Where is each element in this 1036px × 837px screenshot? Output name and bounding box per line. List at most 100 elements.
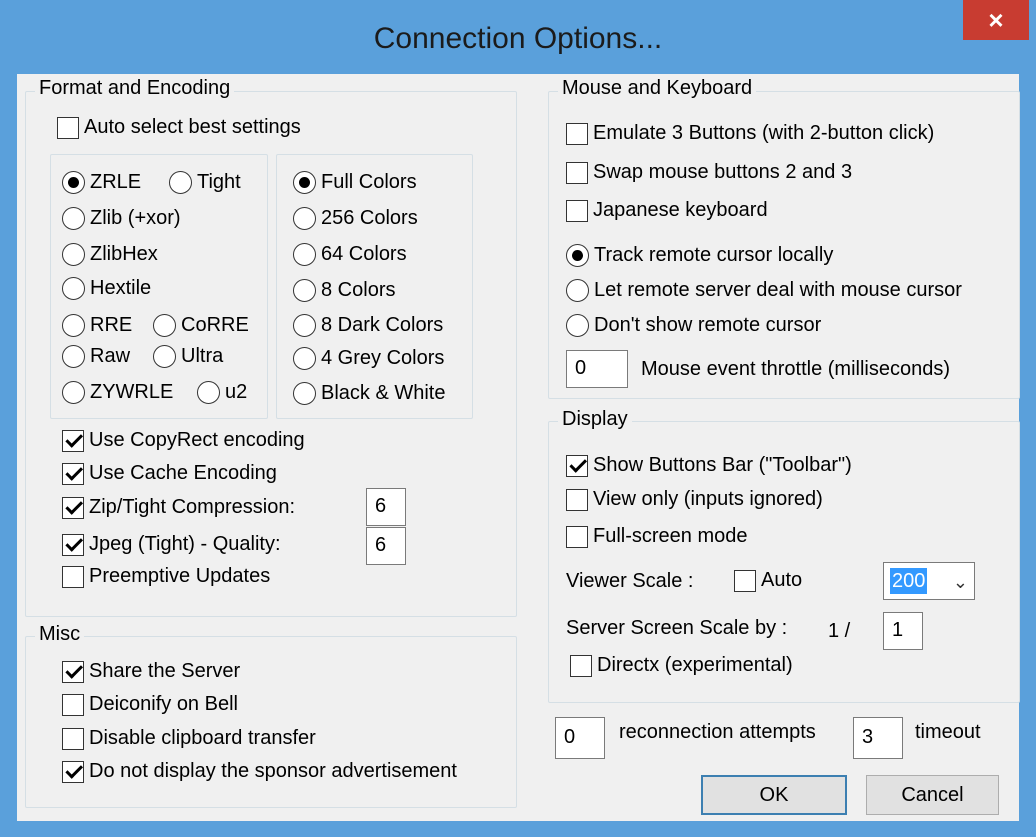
timeout-label: timeout bbox=[915, 721, 981, 743]
jpeg-quality-label: Jpeg (Tight) - Quality: bbox=[89, 533, 281, 555]
radio-circle bbox=[293, 243, 316, 266]
server-scale-input[interactable]: 1 bbox=[883, 612, 923, 650]
emulate-3-buttons-checkbox[interactable]: Emulate 3 Buttons (with 2-button click) bbox=[566, 122, 934, 145]
radio-ultra[interactable]: Ultra bbox=[153, 345, 223, 368]
checkbox-box bbox=[62, 462, 84, 485]
radio-zlib-label: Zlib (+xor) bbox=[90, 207, 181, 229]
radio-black-white[interactable]: Black & White bbox=[293, 382, 445, 405]
timeout-input[interactable]: 3 bbox=[853, 717, 903, 759]
checkbox-box bbox=[62, 565, 84, 588]
radio-zlib[interactable]: Zlib (+xor) bbox=[62, 207, 181, 230]
radio-circle bbox=[153, 345, 176, 368]
radio-full-colors-label: Full Colors bbox=[321, 171, 417, 193]
radio-zywrle[interactable]: ZYWRLE bbox=[62, 381, 173, 404]
share-server-checkbox[interactable]: Share the Server bbox=[62, 660, 240, 683]
radio-8-colors-label: 8 Colors bbox=[321, 279, 396, 301]
radio-track-cursor[interactable]: Track remote cursor locally bbox=[566, 244, 833, 267]
swap-mouse-buttons-checkbox[interactable]: Swap mouse buttons 2 and 3 bbox=[566, 161, 852, 184]
no-sponsor-ad-checkbox[interactable]: Do not display the sponsor advertisement bbox=[62, 760, 457, 783]
viewer-scale-value: 200 bbox=[890, 568, 928, 594]
view-only-checkbox[interactable]: View only (inputs ignored) bbox=[566, 488, 823, 511]
radio-circle bbox=[566, 244, 589, 267]
radio-corre[interactable]: CoRRE bbox=[153, 314, 249, 337]
radio-circle bbox=[62, 207, 85, 230]
radio-64-colors[interactable]: 64 Colors bbox=[293, 243, 407, 266]
swap-mouse-buttons-label: Swap mouse buttons 2 and 3 bbox=[593, 161, 853, 183]
radio-u2[interactable]: u2 bbox=[197, 381, 247, 404]
jpeg-quality-checkbox[interactable]: Jpeg (Tight) - Quality: bbox=[62, 533, 281, 556]
format-encoding-title: Format and Encoding bbox=[35, 77, 235, 100]
full-screen-label: Full-screen mode bbox=[593, 525, 748, 547]
radio-server-cursor[interactable]: Let remote server deal with mouse cursor bbox=[566, 279, 962, 302]
auto-select-checkbox[interactable]: Auto select best settings bbox=[57, 116, 301, 139]
radio-256-colors[interactable]: 256 Colors bbox=[293, 207, 418, 230]
radio-black-white-label: Black & White bbox=[321, 382, 446, 404]
disable-clipboard-checkbox[interactable]: Disable clipboard transfer bbox=[62, 727, 316, 750]
japanese-keyboard-checkbox[interactable]: Japanese keyboard bbox=[566, 199, 768, 222]
zip-compression-input[interactable]: 6 bbox=[366, 488, 406, 526]
zip-compression-checkbox[interactable]: Zip/Tight Compression: bbox=[62, 496, 295, 519]
radio-4-grey-colors[interactable]: 4 Grey Colors bbox=[293, 347, 444, 370]
radio-circle bbox=[566, 314, 589, 337]
japanese-keyboard-label: Japanese keyboard bbox=[593, 199, 768, 221]
checkbox-box bbox=[62, 533, 84, 556]
close-button[interactable]: × bbox=[963, 0, 1029, 40]
radio-circle bbox=[62, 243, 85, 266]
cache-encoding-checkbox[interactable]: Use Cache Encoding bbox=[62, 462, 277, 485]
preemptive-updates-checkbox[interactable]: Preemptive Updates bbox=[62, 565, 270, 588]
zip-compression-label: Zip/Tight Compression: bbox=[89, 496, 295, 518]
checkbox-box bbox=[566, 454, 588, 477]
viewer-scale-select[interactable]: 200 ⌄ bbox=[883, 562, 975, 600]
cancel-button[interactable]: Cancel bbox=[866, 775, 999, 815]
radio-full-colors[interactable]: Full Colors bbox=[293, 171, 417, 194]
view-only-label: View only (inputs ignored) bbox=[593, 488, 823, 510]
radio-raw-label: Raw bbox=[90, 345, 131, 367]
radio-8-dark-colors[interactable]: 8 Dark Colors bbox=[293, 314, 443, 337]
full-screen-checkbox[interactable]: Full-screen mode bbox=[566, 525, 748, 548]
radio-circle bbox=[62, 314, 85, 337]
radio-circle bbox=[62, 277, 85, 300]
share-server-label: Share the Server bbox=[89, 660, 241, 682]
radio-4-grey-colors-label: 4 Grey Colors bbox=[321, 347, 445, 369]
directx-checkbox[interactable]: Directx (experimental) bbox=[570, 654, 793, 677]
radio-zlibhex[interactable]: ZlibHex bbox=[62, 243, 158, 266]
display-title: Display bbox=[558, 408, 632, 431]
show-toolbar-checkbox[interactable]: Show Buttons Bar ("Toolbar") bbox=[566, 454, 852, 477]
reconnection-attempts-input[interactable]: 0 bbox=[555, 717, 605, 759]
radio-64-colors-label: 64 Colors bbox=[321, 243, 407, 265]
radio-zywrle-label: ZYWRLE bbox=[90, 381, 174, 403]
mouse-keyboard-title: Mouse and Keyboard bbox=[558, 77, 757, 100]
deiconify-bell-label: Deiconify on Bell bbox=[89, 693, 238, 715]
checkbox-box bbox=[566, 525, 588, 548]
ok-button[interactable]: OK bbox=[701, 775, 847, 815]
radio-tight[interactable]: Tight bbox=[169, 171, 241, 194]
disable-clipboard-label: Disable clipboard transfer bbox=[89, 727, 316, 749]
radio-no-cursor[interactable]: Don't show remote cursor bbox=[566, 314, 821, 337]
mouse-throttle-input[interactable]: 0 bbox=[566, 350, 628, 388]
copyrect-checkbox[interactable]: Use CopyRect encoding bbox=[62, 429, 305, 452]
checkbox-box bbox=[570, 654, 592, 677]
radio-rre-label: RRE bbox=[90, 314, 133, 336]
viewer-scale-label: Viewer Scale : bbox=[566, 570, 694, 592]
deiconify-bell-checkbox[interactable]: Deiconify on Bell bbox=[62, 693, 238, 716]
radio-raw[interactable]: Raw bbox=[62, 345, 130, 368]
radio-rre[interactable]: RRE bbox=[62, 314, 132, 337]
radio-circle bbox=[197, 381, 220, 404]
radio-track-cursor-label: Track remote cursor locally bbox=[594, 244, 834, 266]
radio-8-colors[interactable]: 8 Colors bbox=[293, 279, 395, 302]
cache-encoding-label: Use Cache Encoding bbox=[89, 462, 277, 484]
auto-scale-checkbox[interactable]: Auto bbox=[734, 569, 802, 592]
jpeg-quality-input[interactable]: 6 bbox=[366, 527, 406, 565]
title-bar[interactable]: Connection Options... × bbox=[0, 0, 1036, 74]
radio-zrle[interactable]: ZRLE bbox=[62, 171, 141, 194]
auto-select-label: Auto select best settings bbox=[84, 116, 301, 138]
radio-circle bbox=[169, 171, 192, 194]
misc-title: Misc bbox=[35, 623, 85, 646]
dialog-client-area: Format and Encoding Auto select best set… bbox=[17, 74, 1020, 821]
close-icon: × bbox=[988, 5, 1004, 35]
radio-server-cursor-label: Let remote server deal with mouse cursor bbox=[594, 279, 962, 301]
show-toolbar-label: Show Buttons Bar ("Toolbar") bbox=[593, 454, 852, 476]
server-scale-prefix: 1 / bbox=[828, 620, 851, 642]
radio-hextile[interactable]: Hextile bbox=[62, 277, 151, 300]
radio-zlibhex-label: ZlibHex bbox=[90, 243, 158, 265]
